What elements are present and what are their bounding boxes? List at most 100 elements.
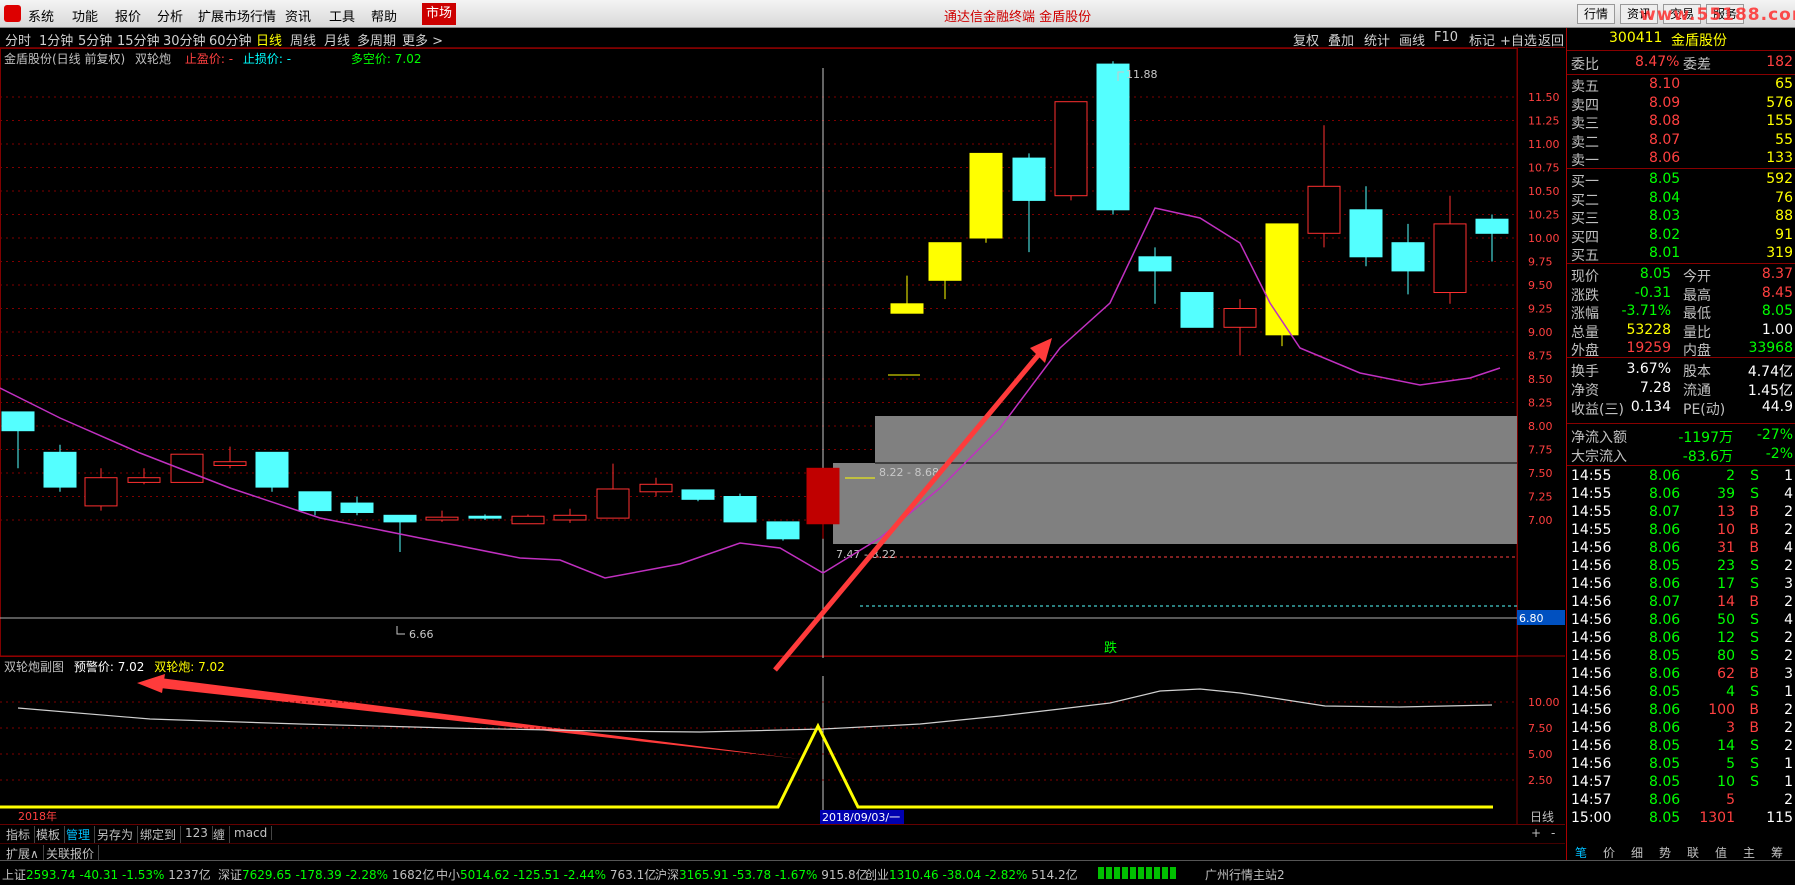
period-weekly[interactable]: 周线 <box>290 30 316 49</box>
period-monthly[interactable]: 月线 <box>324 30 350 49</box>
ask-price: 8.08 <box>1649 113 1681 130</box>
zoom-in-button[interactable]: + <box>1527 826 1545 840</box>
flow-label: 净流入额 <box>1571 430 1627 446</box>
ask-volume: 155 <box>1766 113 1793 130</box>
bid-price: 8.05 <box>1649 171 1681 187</box>
tick-count: 3 <box>1784 666 1793 682</box>
tool-add-watch[interactable]: +自选 <box>1500 30 1537 49</box>
ask-volume: 65 <box>1775 76 1793 92</box>
tool-stats[interactable]: 统计 <box>1364 30 1390 49</box>
period-15min[interactable]: 15分钟 <box>117 30 160 49</box>
panel-tab[interactable]: 联 <box>1687 844 1699 861</box>
stat-value: 7.28 <box>1639 380 1671 396</box>
period-daily[interactable]: 日线 <box>256 30 282 49</box>
menu-function[interactable]: 功能 <box>72 6 98 25</box>
tick-row: 14:56 8.07 14 B 2 <box>1571 594 1793 612</box>
menu-news[interactable]: 资讯 <box>285 6 311 25</box>
index-quote[interactable]: 中小5014.62 -125.51 -2.44% 763.1亿 <box>436 866 656 883</box>
zone-upper-label: 8.22 - 8.68 <box>879 466 939 479</box>
period-5min[interactable]: 5分钟 <box>78 30 112 49</box>
tick-time: 15:00 <box>1571 810 1612 826</box>
bid-label: 买一 <box>1571 174 1599 190</box>
tick-row: 14:56 8.05 80 S 2 <box>1571 648 1793 666</box>
index-quote[interactable]: 上证2593.74 -40.31 -1.53% 1237亿 <box>2 866 211 883</box>
candle-body <box>213 461 247 466</box>
tab-bind[interactable]: 绑定到 <box>136 826 182 843</box>
tool-fuquan[interactable]: 复权 <box>1293 30 1319 49</box>
index-quote[interactable]: 创业1310.46 -38.04 -2.82% 514.2亿 <box>865 866 1078 883</box>
bid-price: 8.03 <box>1649 208 1681 225</box>
tab-chan[interactable]: 缠 <box>209 826 231 843</box>
tick-side: S <box>1750 576 1759 592</box>
tab-saveas[interactable]: 另存为 <box>93 826 139 843</box>
tool-back[interactable]: 返回 <box>1538 30 1564 49</box>
tick-row: 14:56 8.06 50 S 4 <box>1571 612 1793 630</box>
panel-tab[interactable]: 价 <box>1603 844 1615 861</box>
panel-tab[interactable]: 筹 <box>1771 844 1783 861</box>
tick-price: 8.06 <box>1649 576 1681 592</box>
period-multi[interactable]: 多周期 <box>357 30 396 49</box>
index-quote[interactable]: 沪深3165.91 -53.78 -1.67% 915.8亿 <box>655 866 868 883</box>
menu-analysis[interactable]: 分析 <box>157 6 183 25</box>
price-tick: 11.25 <box>1528 115 1560 128</box>
menu-tools[interactable]: 工具 <box>329 6 355 25</box>
candle-body <box>806 467 840 525</box>
menu-ext-market[interactable]: 扩展市场行情 <box>198 6 276 25</box>
tool-overlay[interactable]: 叠加 <box>1328 30 1354 49</box>
stat-label: PE(动) <box>1683 402 1726 418</box>
tool-f10[interactable]: F10 <box>1434 30 1458 45</box>
tick-volume: 10 <box>1717 774 1735 790</box>
index-field: -1.53% <box>118 868 165 882</box>
tick-price: 8.07 <box>1649 594 1681 610</box>
top-btn-quote[interactable]: 行情 <box>1577 4 1616 24</box>
price-axis: 11.50 11.25 11.00 10.75 10.50 10.25 10.00 9.75 9… <box>1528 91 1560 527</box>
separator <box>1567 74 1795 75</box>
tick-side: S <box>1750 486 1759 502</box>
zoom-out-button[interactable]: - <box>1547 826 1559 840</box>
panel-tab[interactable]: 势 <box>1659 844 1671 861</box>
price-tick: 7.75 <box>1528 444 1553 457</box>
flow-pct: -27% <box>1756 427 1793 443</box>
panel-tab[interactable]: 笔 <box>1575 844 1587 861</box>
period-30min[interactable]: 30分钟 <box>163 30 206 49</box>
flow-value: -1197万 <box>1678 430 1733 446</box>
tick-row: 14:56 8.06 100 B 2 <box>1571 702 1793 720</box>
stat-label: 最高 <box>1683 287 1711 304</box>
tool-mark[interactable]: 标记 <box>1469 30 1495 49</box>
indicator-name[interactable]: 双轮炮 <box>135 52 171 66</box>
weibi-label: 委比 <box>1571 57 1599 73</box>
kline-chart[interactable]: 11.50 11.25 11.00 10.75 10.50 10.25 10.00 9.75 9… <box>0 48 1565 824</box>
tick-count: 4 <box>1784 540 1793 556</box>
panel-tab[interactable]: 细 <box>1631 844 1643 861</box>
tool-draw[interactable]: 画线 <box>1399 30 1425 49</box>
tick-volume: 39 <box>1717 486 1735 502</box>
menu-quote[interactable]: 报价 <box>115 6 141 25</box>
tick-time: 14:55 <box>1571 468 1612 484</box>
menu-system[interactable]: 系统 <box>28 6 54 25</box>
period-more[interactable]: 更多 > <box>402 30 443 49</box>
tick-volume: 62 <box>1717 666 1735 682</box>
period-1min[interactable]: 1分钟 <box>39 30 73 49</box>
tab-indicator[interactable]: 指标 <box>2 826 36 843</box>
current-price-label: 6.80 <box>1519 612 1544 625</box>
sub-indicator-name[interactable]: 双轮炮副图 <box>4 660 64 674</box>
server-station[interactable]: 广州行情主站2 <box>1205 866 1285 883</box>
tick-time: 14:56 <box>1571 720 1612 736</box>
menu-bar: 系统 功能 报价 分析 扩展市场行情 资讯 工具 帮助 市场 通达信金融终端 金… <box>0 0 1795 28</box>
market-button[interactable]: 市场 <box>422 3 456 25</box>
tab-macd[interactable]: macd <box>230 826 273 840</box>
ask-label: 卖五 <box>1571 79 1599 95</box>
period-fenshi[interactable]: 分时 <box>5 30 31 49</box>
candle-body <box>1307 185 1341 234</box>
panel-tab[interactable]: 主 <box>1743 844 1755 861</box>
main-chart-frame <box>0 48 1518 657</box>
panel-tab[interactable]: 值 <box>1715 844 1727 861</box>
tab-template[interactable]: 模板 <box>32 826 66 843</box>
candle-body <box>1391 242 1425 272</box>
tab-manage[interactable]: 管理 <box>62 826 96 843</box>
period-60min[interactable]: 60分钟 <box>209 30 252 49</box>
index-quote[interactable]: 深证7629.65 -178.39 -2.28% 1682亿 <box>218 866 434 883</box>
menu-help[interactable]: 帮助 <box>371 6 397 25</box>
bid-price: 8.01 <box>1649 245 1681 262</box>
ask-label: 卖二 <box>1571 134 1599 151</box>
